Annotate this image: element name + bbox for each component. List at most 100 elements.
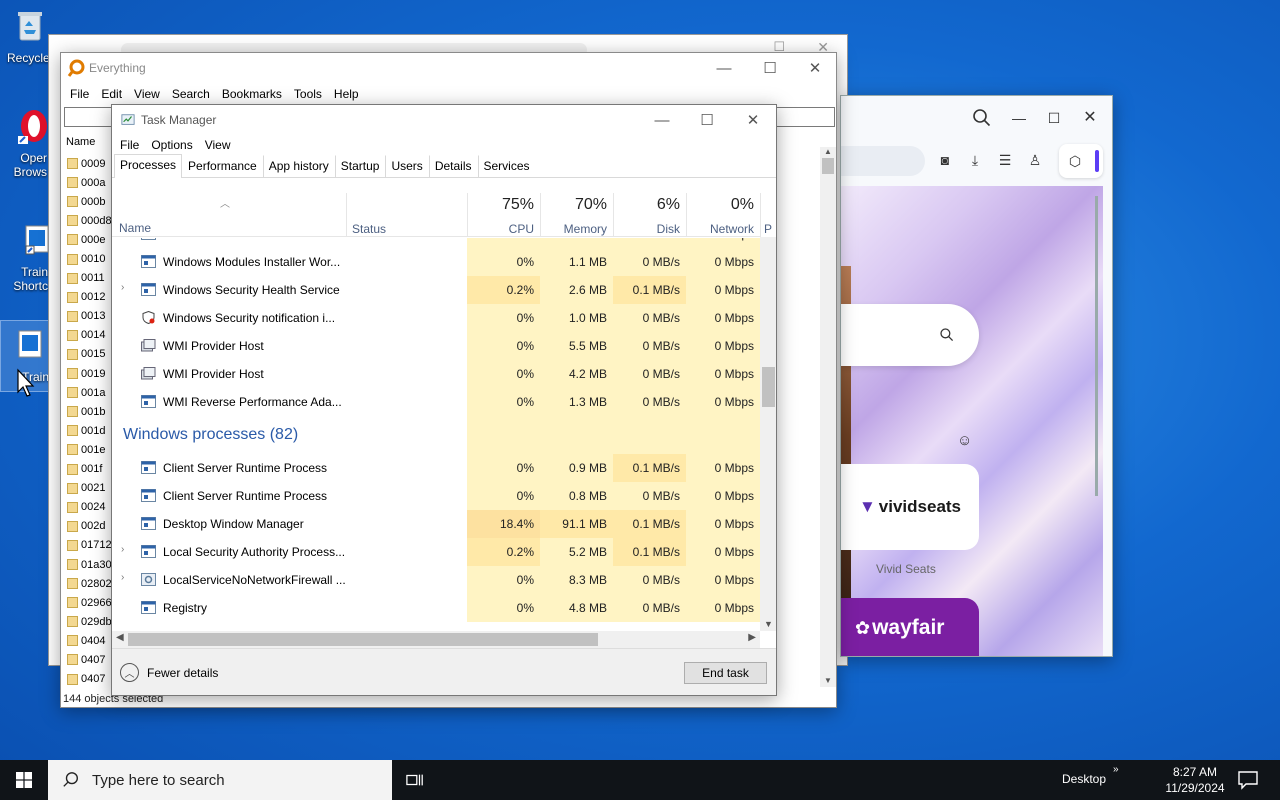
menu-options[interactable]: Options — [145, 138, 198, 152]
smiley-icon[interactable]: ☺ — [957, 432, 972, 449]
process-row[interactable]: Windows Modules Installer 0%1.1 MB0 MB/s0… — [112, 238, 760, 248]
maximize-icon[interactable]: ☐ — [1044, 108, 1064, 128]
process-row[interactable]: Windows Modules Installer Wor... 0% 1.1 MB… — [112, 248, 760, 276]
file-list-item[interactable]: 001f — [64, 460, 112, 479]
menu-bookmarks[interactable]: Bookmarks — [216, 87, 288, 101]
file-list-item[interactable]: 02966 — [64, 593, 112, 612]
settings-sliders-icon[interactable]: ☰ — [995, 150, 1015, 170]
file-list-item[interactable]: 001e — [64, 440, 112, 459]
column-header-name[interactable]: Name — [119, 221, 151, 235]
scroll-thumb[interactable] — [822, 158, 834, 174]
close-button[interactable]: ✕ — [792, 53, 836, 83]
tab-services[interactable]: Services — [477, 155, 536, 177]
maximize-button[interactable]: ☐ — [684, 105, 730, 135]
column-header-disk[interactable]: 6% Disk — [613, 193, 686, 237]
tab-processes[interactable]: Processes — [114, 154, 183, 178]
menu-help[interactable]: Help — [328, 87, 365, 101]
file-list-item[interactable]: 01712 — [64, 536, 112, 555]
file-list-item[interactable]: 02802 — [64, 574, 112, 593]
minimize-icon[interactable]: — — [1009, 108, 1029, 128]
process-row[interactable]: WMI Provider Host 0% 4.2 MB 0 MB/s 0 Mbps — [112, 360, 760, 388]
file-list-item[interactable]: 0404 — [64, 631, 112, 650]
file-list-item[interactable]: 01a30 — [64, 555, 112, 574]
desktop-toolbar-label[interactable]: Desktop — [1062, 772, 1106, 786]
taskbar-clock[interactable]: 8:27 AM 11/29/2024 — [1160, 764, 1230, 796]
tab-users[interactable]: Users — [385, 155, 428, 177]
file-list-item[interactable]: 0019 — [64, 364, 112, 383]
page-search-box[interactable] — [841, 304, 979, 366]
file-list-item[interactable]: 000d8 — [64, 211, 112, 230]
task-view-button[interactable] — [402, 768, 428, 792]
fewer-details-button[interactable]: ︿ Fewer details — [120, 663, 218, 682]
menu-file[interactable]: File — [64, 87, 95, 101]
extensions-button[interactable]: ⬡ — [1059, 144, 1103, 178]
file-list-item[interactable]: 0013 — [64, 307, 112, 326]
scroll-up-arrow[interactable]: ▲ — [820, 147, 836, 156]
file-list-item[interactable]: 001b — [64, 402, 112, 421]
wayfair-tile[interactable]: ✿ wayfair — [841, 598, 979, 656]
menu-file[interactable]: File — [114, 138, 145, 152]
process-row[interactable]: Windows Security notification i... 0% 1.0 … — [112, 304, 760, 332]
file-list-item[interactable]: 0012 — [64, 288, 112, 307]
tab-app-history[interactable]: App history — [262, 155, 335, 177]
file-list-item[interactable]: 0010 — [64, 249, 112, 268]
expand-chevron-icon[interactable]: › — [121, 282, 124, 293]
column-header-memory[interactable]: 70% Memory — [540, 193, 613, 237]
scroll-left-arrow[interactable]: ◀ — [116, 632, 124, 643]
double-chevron-icon[interactable]: » — [1113, 764, 1119, 775]
file-list-item[interactable]: 001a — [64, 383, 112, 402]
file-list-item[interactable]: 0407 — [64, 650, 112, 669]
tab-details[interactable]: Details — [428, 155, 478, 177]
download-icon[interactable]: ⤓ — [965, 150, 985, 170]
browser-scrollbar[interactable] — [1093, 196, 1101, 496]
process-row[interactable]: WMI Reverse Performance Ada... 0% 1.3 MB 0 … — [112, 388, 760, 416]
tab-startup[interactable]: Startup — [334, 155, 386, 177]
column-header-network[interactable]: 0% Network — [686, 193, 760, 237]
file-list-item[interactable]: 0011 — [64, 269, 112, 288]
file-list-item[interactable]: 0024 — [64, 498, 112, 517]
close-icon[interactable]: ✕ — [1080, 107, 1100, 127]
close-button[interactable]: ✕ — [730, 105, 776, 135]
process-row[interactable]: › LocalServiceNoNetworkFirewall ... 0% 8.3 … — [112, 566, 760, 594]
hscroll-thumb[interactable] — [128, 633, 598, 646]
process-list-hscrollbar[interactable]: ◀ ▶ — [112, 631, 760, 648]
file-list-item[interactable]: 001d — [64, 421, 112, 440]
file-list-item[interactable]: 0009 — [64, 154, 112, 173]
minimize-button[interactable]: — — [639, 105, 685, 135]
maximize-button[interactable]: ☐ — [747, 53, 793, 83]
profile-icon[interactable]: ♙ — [1025, 150, 1045, 170]
column-header-status-cell[interactable]: Status — [346, 193, 467, 237]
everything-scrollbar[interactable]: ▲ ▼ — [820, 147, 836, 687]
notification-icon[interactable] — [1236, 768, 1260, 792]
file-list-item[interactable]: 002d — [64, 517, 112, 536]
expand-chevron-icon[interactable]: › — [121, 544, 124, 555]
file-list-item[interactable]: 000a — [64, 173, 112, 192]
vividseats-tile[interactable]: ▼ vividseats — [841, 464, 979, 550]
file-list-item[interactable]: 0015 — [64, 345, 112, 364]
process-list-scrollbar[interactable]: ▼ — [760, 237, 776, 631]
end-task-button[interactable]: End task — [684, 662, 767, 684]
start-button[interactable] — [0, 760, 48, 800]
minimize-button[interactable]: — — [701, 53, 747, 83]
process-row[interactable]: Desktop Window Manager 18.4% 91.1 MB 0.1 MB… — [112, 510, 760, 538]
taskbar-search-box[interactable]: Type here to search — [48, 760, 392, 800]
file-list-item[interactable]: 0407 — [64, 670, 112, 689]
scroll-down-arrow[interactable]: ▼ — [760, 619, 776, 629]
expand-chevron-icon[interactable]: › — [121, 572, 124, 583]
menu-search[interactable]: Search — [166, 87, 216, 101]
search-icon[interactable] — [972, 108, 992, 128]
file-list-item[interactable]: 000e — [64, 230, 112, 249]
tab-performance[interactable]: Performance — [182, 155, 263, 177]
scroll-thumb[interactable] — [762, 367, 775, 407]
menu-view[interactable]: View — [199, 138, 237, 152]
scroll-right-arrow[interactable]: ▶ — [748, 632, 756, 643]
process-row[interactable]: › Windows Security Health Service 0.2% 2.6 … — [112, 276, 760, 304]
column-header-power[interactable]: P — [760, 193, 774, 237]
menu-view[interactable]: View — [128, 87, 166, 101]
process-row[interactable]: Registry 0% 4.8 MB 0 MB/s 0 Mbps — [112, 594, 760, 622]
process-row[interactable]: WMI Provider Host 0% 5.5 MB 0 MB/s 0 Mbps — [112, 332, 760, 360]
menu-tools[interactable]: Tools — [288, 87, 328, 101]
address-bar[interactable] — [841, 146, 925, 176]
column-header-cpu[interactable]: 75% CPU — [467, 193, 540, 237]
file-list-item[interactable]: 0014 — [64, 326, 112, 345]
